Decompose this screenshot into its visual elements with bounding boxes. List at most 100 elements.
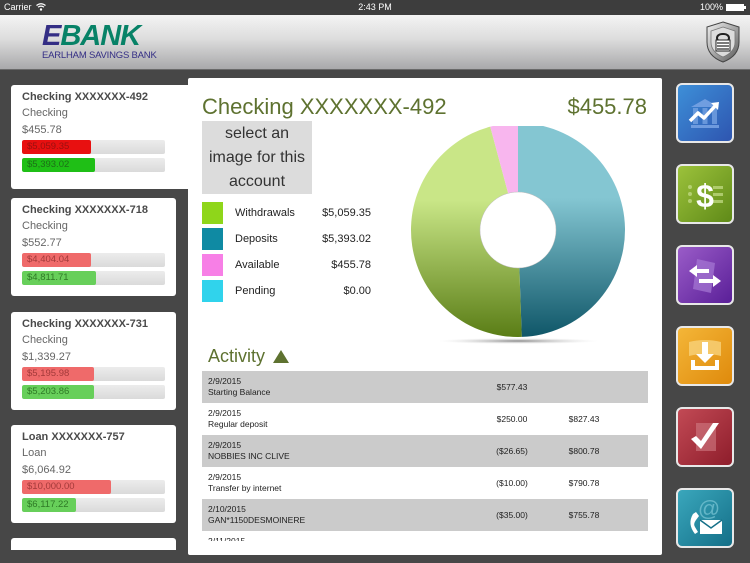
activity-header[interactable]: Activity	[208, 346, 290, 367]
legend-value: $455.78	[331, 259, 371, 271]
activity-row[interactable]: 2/9/2015 Transfer by internet ($10.00) $…	[202, 467, 648, 499]
deposits-amount: $4,811.71	[27, 272, 69, 283]
activity-amount: ($35.00)	[496, 510, 528, 520]
chart-shadow	[438, 338, 598, 344]
deposits-bar: $6,117.22	[22, 498, 165, 512]
legend-value: $5,393.02	[322, 233, 371, 245]
account-type: Loan	[22, 447, 47, 459]
account-balance: $552.77	[22, 237, 62, 249]
account-card[interactable]: Checking XXXXXXX-718 Checking $552.77 $4…	[11, 198, 176, 296]
legend-item-deposits: Deposits $5,393.02	[202, 227, 377, 253]
clock: 2:43 PM	[358, 2, 392, 12]
app-header: EBANK EARLHAM SAVINGS BANK	[0, 15, 750, 70]
donut-chart-svg	[411, 123, 626, 344]
nav-transfer-button[interactable]	[676, 245, 734, 305]
nav-accounts-overview-button[interactable]	[676, 83, 734, 143]
activity-balance: $827.43	[568, 414, 600, 424]
logo-wordmark: EBANK	[42, 20, 157, 52]
battery-percent: 100%	[699, 2, 723, 12]
activity-date: 2/9/2015	[208, 408, 242, 418]
activity-balance: $755.78	[568, 510, 600, 520]
activity-row[interactable]: 2/10/2015 GAN*1150DESMOINERE ($35.00) $7…	[202, 499, 648, 531]
balance-donut-chart	[408, 123, 628, 351]
legend-item-withdrawals: Withdrawals $5,059.35	[202, 201, 377, 227]
account-card[interactable]: Loan XXXXXXX-757 Loan $6,064.92 $10,000.…	[11, 425, 176, 523]
activity-title: Activity	[208, 346, 266, 366]
activity-balance: $800.78	[568, 446, 600, 456]
nav-contact-button[interactable]: @	[676, 488, 734, 548]
withdrawals-bar: $5,195.98	[22, 367, 165, 381]
activity-date: 2/10/2015	[208, 504, 246, 514]
withdrawals-amount: $4,404.04	[27, 254, 70, 265]
account-balance: $455.78	[22, 124, 62, 136]
bank-chart-icon	[688, 99, 719, 128]
activity-description: Regular deposit	[208, 419, 268, 429]
activity-list[interactable]: 2/9/2015 Starting Balance $577.43 2/9/20…	[202, 371, 648, 541]
deposit-download-icon	[689, 340, 721, 370]
legend-swatch	[202, 228, 223, 250]
account-type: Checking	[22, 220, 68, 232]
logo-e: E	[42, 20, 61, 52]
activity-amount: $250.00	[496, 414, 528, 424]
account-type: Checking	[22, 107, 68, 119]
legend-value: $0.00	[343, 285, 371, 297]
activity-date: 2/9/2015	[208, 376, 242, 386]
legend-swatch	[202, 254, 223, 276]
checkmark-icon	[691, 423, 719, 451]
svg-text:$: $	[696, 178, 714, 214]
activity-date: 2/11/2015	[208, 536, 246, 541]
logo-bank: BANK	[60, 20, 141, 52]
legend-swatch	[202, 202, 223, 224]
deposits-amount: $5,203.86	[27, 386, 70, 397]
activity-description: NOBBIES INC CLIVE	[208, 451, 290, 461]
activity-description: GAN*1150DESMOINERE	[208, 515, 306, 525]
withdrawals-amount: $10,000.00	[27, 481, 75, 492]
withdrawals-bar: $10,000.00	[22, 480, 165, 494]
activity-amount: ($10.00)	[496, 478, 528, 488]
activity-amount: $577.43	[496, 382, 528, 392]
account-name: Loan XXXXXXX-757	[22, 431, 125, 443]
account-card[interactable]: Checking XXXXXXX-492 Checking $455.78 $5…	[11, 85, 190, 189]
withdrawals-amount: $5,059.35	[27, 141, 70, 152]
legend-swatch	[202, 280, 223, 302]
shield-lock-icon	[706, 21, 740, 63]
deposits-amount: $5,393.02	[27, 159, 70, 170]
deposits-bar: $5,203.86	[22, 385, 165, 399]
activity-row[interactable]: 2/9/2015 Starting Balance $577.43	[202, 371, 648, 403]
phone-mail-icon: @	[690, 496, 723, 534]
activity-date: 2/9/2015	[208, 440, 242, 450]
legend-label: Available	[235, 259, 280, 271]
ebank-logo: EBANK EARLHAM SAVINGS BANK	[42, 20, 157, 62]
account-card[interactable]: Checking XXXXXXX-731 Checking $1,339.27 …	[11, 312, 176, 410]
withdrawals-amount: $5,195.98	[27, 368, 70, 379]
account-name: Checking XXXXXXX-492	[22, 91, 148, 103]
battery-indicator: 100%	[699, 2, 746, 12]
nav-approvals-button[interactable]	[676, 407, 734, 467]
account-detail-panel: Checking XXXXXXX-492 $455.78 select an i…	[188, 78, 662, 555]
activity-row[interactable]: 2/9/2015 NOBBIES INC CLIVE ($26.65) $800…	[202, 435, 648, 467]
legend-item-pending: Pending $0.00	[202, 279, 377, 305]
account-type: Checking	[22, 334, 68, 346]
select-image-button[interactable]: select an image for this account	[202, 121, 312, 194]
activity-date: 2/9/2015	[208, 472, 242, 482]
legend-item-available: Available $455.78	[202, 253, 377, 279]
lock-button[interactable]	[704, 20, 742, 64]
legend-label: Deposits	[235, 233, 278, 245]
activity-balance: $790.78	[568, 478, 600, 488]
accounts-sidebar[interactable]: Checking XXXXXXX-492 Checking $455.78 $5…	[0, 78, 190, 550]
sort-up-icon[interactable]	[273, 350, 290, 363]
battery-icon	[726, 3, 746, 11]
legend-label: Withdrawals	[235, 207, 295, 219]
donut-hole	[479, 191, 557, 269]
nav-deposit-button[interactable]	[676, 326, 734, 386]
activity-row[interactable]: 2/9/2015 Regular deposit $250.00 $827.43	[202, 403, 648, 435]
nav-bill-pay-button[interactable]: $	[676, 164, 734, 224]
account-card-partial[interactable]	[11, 538, 176, 550]
withdrawals-bar: $4,404.04	[22, 253, 165, 267]
account-title: Checking XXXXXXX-492	[202, 94, 447, 119]
deposits-amount: $6,117.22	[27, 499, 69, 510]
app-root: Carrier 2:43 PM 100% EBANK EARLHAM SAVIN…	[0, 0, 750, 563]
chart-legend: Withdrawals $5,059.35 Deposits $5,393.02…	[202, 201, 377, 305]
activity-row[interactable]: 2/11/2015	[202, 531, 648, 541]
transfer-arrows-icon	[689, 259, 721, 293]
